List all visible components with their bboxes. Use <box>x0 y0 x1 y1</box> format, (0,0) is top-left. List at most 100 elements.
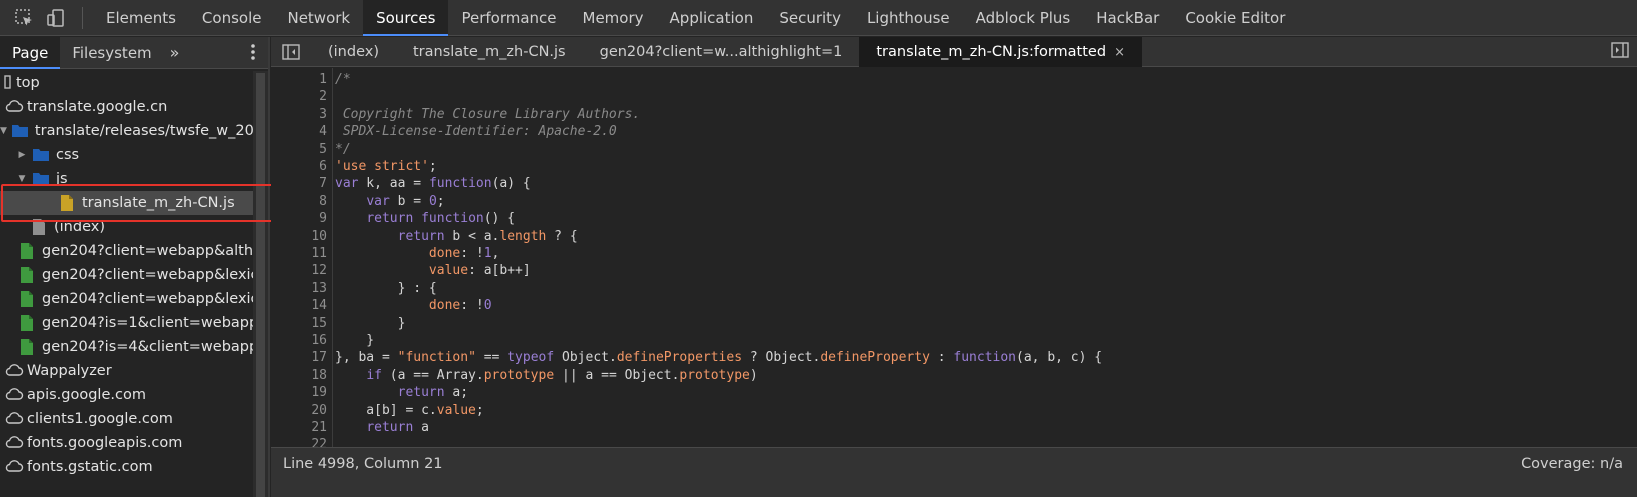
tree-item[interactable]: gen204?client=webapp&lexicon= <box>0 263 253 287</box>
line-number[interactable]: 3 <box>271 106 327 123</box>
toggle-debugger-icon[interactable] <box>1611 42 1629 62</box>
panel-tab-lighthouse[interactable]: Lighthouse <box>854 0 963 36</box>
panel-tab-elements[interactable]: Elements <box>93 0 189 36</box>
panel-tab-sources[interactable]: Sources <box>363 0 449 36</box>
code-line[interactable]: done: !0 <box>335 297 492 314</box>
code-line[interactable]: var k, aa = function(a) { <box>335 175 531 192</box>
tree-item[interactable]: gen204?client=webapp&althighlig <box>0 239 253 263</box>
editor-tab[interactable]: (index) <box>311 37 396 67</box>
code-line[interactable]: } <box>335 315 406 332</box>
code-line[interactable]: return function() { <box>335 210 515 227</box>
panel-tab-network[interactable]: Network <box>274 0 363 36</box>
tree-item[interactable]: top <box>0 71 253 95</box>
tab-page[interactable]: Page <box>0 36 61 69</box>
panel-tab-adblock-plus[interactable]: Adblock Plus <box>963 0 1084 36</box>
line-number[interactable]: 19 <box>271 384 327 401</box>
line-number[interactable]: 18 <box>271 367 327 384</box>
tree-item[interactable]: ▼ translate/releases/twsfe_w_20200 <box>0 119 253 143</box>
code-line[interactable]: return a <box>335 419 429 436</box>
code-line[interactable]: SPDX-License-Identifier: Apache-2.0 <box>335 123 617 140</box>
more-tabs-chevron-icon[interactable]: » <box>170 43 180 62</box>
editor-tab[interactable]: translate_m_zh-CN.js:formatted × <box>859 36 1142 67</box>
tree-item[interactable]: gen204?is=4&client=webapp&q= <box>0 335 253 359</box>
code-token: } <box>335 315 406 331</box>
inspect-element-icon[interactable] <box>12 6 36 30</box>
panel-tab-performance[interactable]: Performance <box>448 0 569 36</box>
code-token: 1 <box>483 246 492 261</box>
line-number[interactable]: 12 <box>271 262 327 279</box>
tree-item[interactable]: ▶ css <box>0 143 253 167</box>
panel-tab-console[interactable]: Console <box>189 0 275 36</box>
line-number[interactable]: 10 <box>271 228 327 245</box>
code-line[interactable]: return a; <box>335 384 468 401</box>
line-number[interactable]: 1 <box>271 71 327 88</box>
code-line[interactable]: } : { <box>335 280 437 297</box>
line-number[interactable]: 15 <box>271 315 327 332</box>
line-number-gutter[interactable]: 1 2 3 4 5 6 7 8 9 10 11 12 13 14 15 16 17 18 19 20 21 22 <box>271 68 333 447</box>
tree-item[interactable]: gen204?is=1&client=webapp&q= <box>0 311 253 335</box>
line-number[interactable]: 11 <box>271 245 327 262</box>
code-line[interactable]: a[b] = c.value; <box>335 402 483 419</box>
line-number[interactable]: 7 <box>271 175 327 192</box>
line-number[interactable]: 16 <box>271 332 327 349</box>
line-number[interactable]: 5 <box>271 141 327 158</box>
tree-item[interactable]: fonts.gstatic.com <box>0 455 253 479</box>
triangle-down-icon[interactable]: ▼ <box>0 126 7 136</box>
code-line[interactable]: } <box>335 332 374 349</box>
line-number[interactable]: 8 <box>271 193 327 210</box>
code-line[interactable]: }, ba = "function" == typeof Object.defi… <box>335 349 1102 366</box>
code-line[interactable]: 'use strict'; <box>335 158 437 175</box>
panel-tab-cookie-editor[interactable]: Cookie Editor <box>1172 0 1298 36</box>
tree-item[interactable]: clients1.google.com <box>0 407 253 431</box>
editor-tab[interactable]: gen204?client=w...althighlight=1 <box>583 37 860 67</box>
code-line[interactable]: */ <box>335 141 351 158</box>
line-number[interactable]: 13 <box>271 280 327 297</box>
line-number[interactable]: 21 <box>271 419 327 436</box>
navigator-scrollbar[interactable] <box>253 71 268 497</box>
panel-tab-application[interactable]: Application <box>657 0 767 36</box>
triangle-right-icon[interactable]: ▶ <box>16 150 28 160</box>
line-number[interactable]: 17 <box>271 349 327 366</box>
line-number[interactable]: 22 <box>271 436 327 447</box>
tree-item[interactable]: apis.google.com <box>0 383 253 407</box>
kebab-menu-icon[interactable] <box>250 43 256 65</box>
coverage-status[interactable]: Coverage: n/a <box>1521 456 1623 472</box>
line-number[interactable]: 4 <box>271 123 327 140</box>
device-toolbar-icon[interactable] <box>44 6 68 30</box>
code-line[interactable]: done: !1, <box>335 245 499 262</box>
code-line[interactable]: return b < a.length ? { <box>335 228 578 245</box>
panel-tab-security[interactable]: Security <box>766 0 854 36</box>
line-number[interactable]: 20 <box>271 402 327 419</box>
code-line[interactable]: value: a[b++] <box>335 262 531 279</box>
tree-item[interactable]: fonts.googleapis.com <box>0 431 253 455</box>
code-area[interactable]: 1 2 3 4 5 6 7 8 9 10 11 12 13 14 15 16 17 18 19 20 21 22 /* C… <box>271 68 1637 447</box>
code-token: done <box>428 298 461 314</box>
tree-item-label: fonts.gstatic.com <box>27 459 153 475</box>
code-token: 0 <box>428 193 437 209</box>
code-token: (a == Array. <box>381 367 484 383</box>
tree-item[interactable]: Wappalyzer <box>0 359 253 383</box>
editor-tab[interactable]: translate_m_zh-CN.js <box>396 37 583 67</box>
tab-filesystem[interactable]: Filesystem <box>60 37 163 69</box>
code-line[interactable]: var b = 0; <box>335 193 444 210</box>
triangle-down-icon[interactable]: ▼ <box>16 174 28 184</box>
line-number[interactable]: 14 <box>271 297 327 314</box>
close-tab-icon[interactable]: × <box>1114 45 1125 60</box>
code-token: (a) { <box>491 176 531 192</box>
panel-tab-memory[interactable]: Memory <box>570 0 657 36</box>
line-number[interactable]: 9 <box>271 210 327 227</box>
line-number[interactable]: 6 <box>271 158 327 175</box>
scrollbar-thumb[interactable] <box>256 73 265 497</box>
line-number[interactable]: 2 <box>271 88 327 105</box>
panel-tab-hackbar[interactable]: HackBar <box>1083 0 1172 36</box>
code-token: prototype <box>483 367 555 383</box>
toggle-navigator-icon[interactable] <box>271 43 311 60</box>
green-file-icon <box>20 338 36 356</box>
code-line[interactable]: Copyright The Closure Library Authors. <box>335 106 640 123</box>
tree-item[interactable]: translate.google.cn <box>0 95 253 119</box>
code-token: : ! <box>460 298 484 314</box>
code-line[interactable]: if (a == Array.prototype || a == Object.… <box>335 367 757 384</box>
tree-item[interactable]: gen204?client=webapp&lexicon= <box>0 287 253 311</box>
code-line[interactable]: /* <box>335 71 351 88</box>
